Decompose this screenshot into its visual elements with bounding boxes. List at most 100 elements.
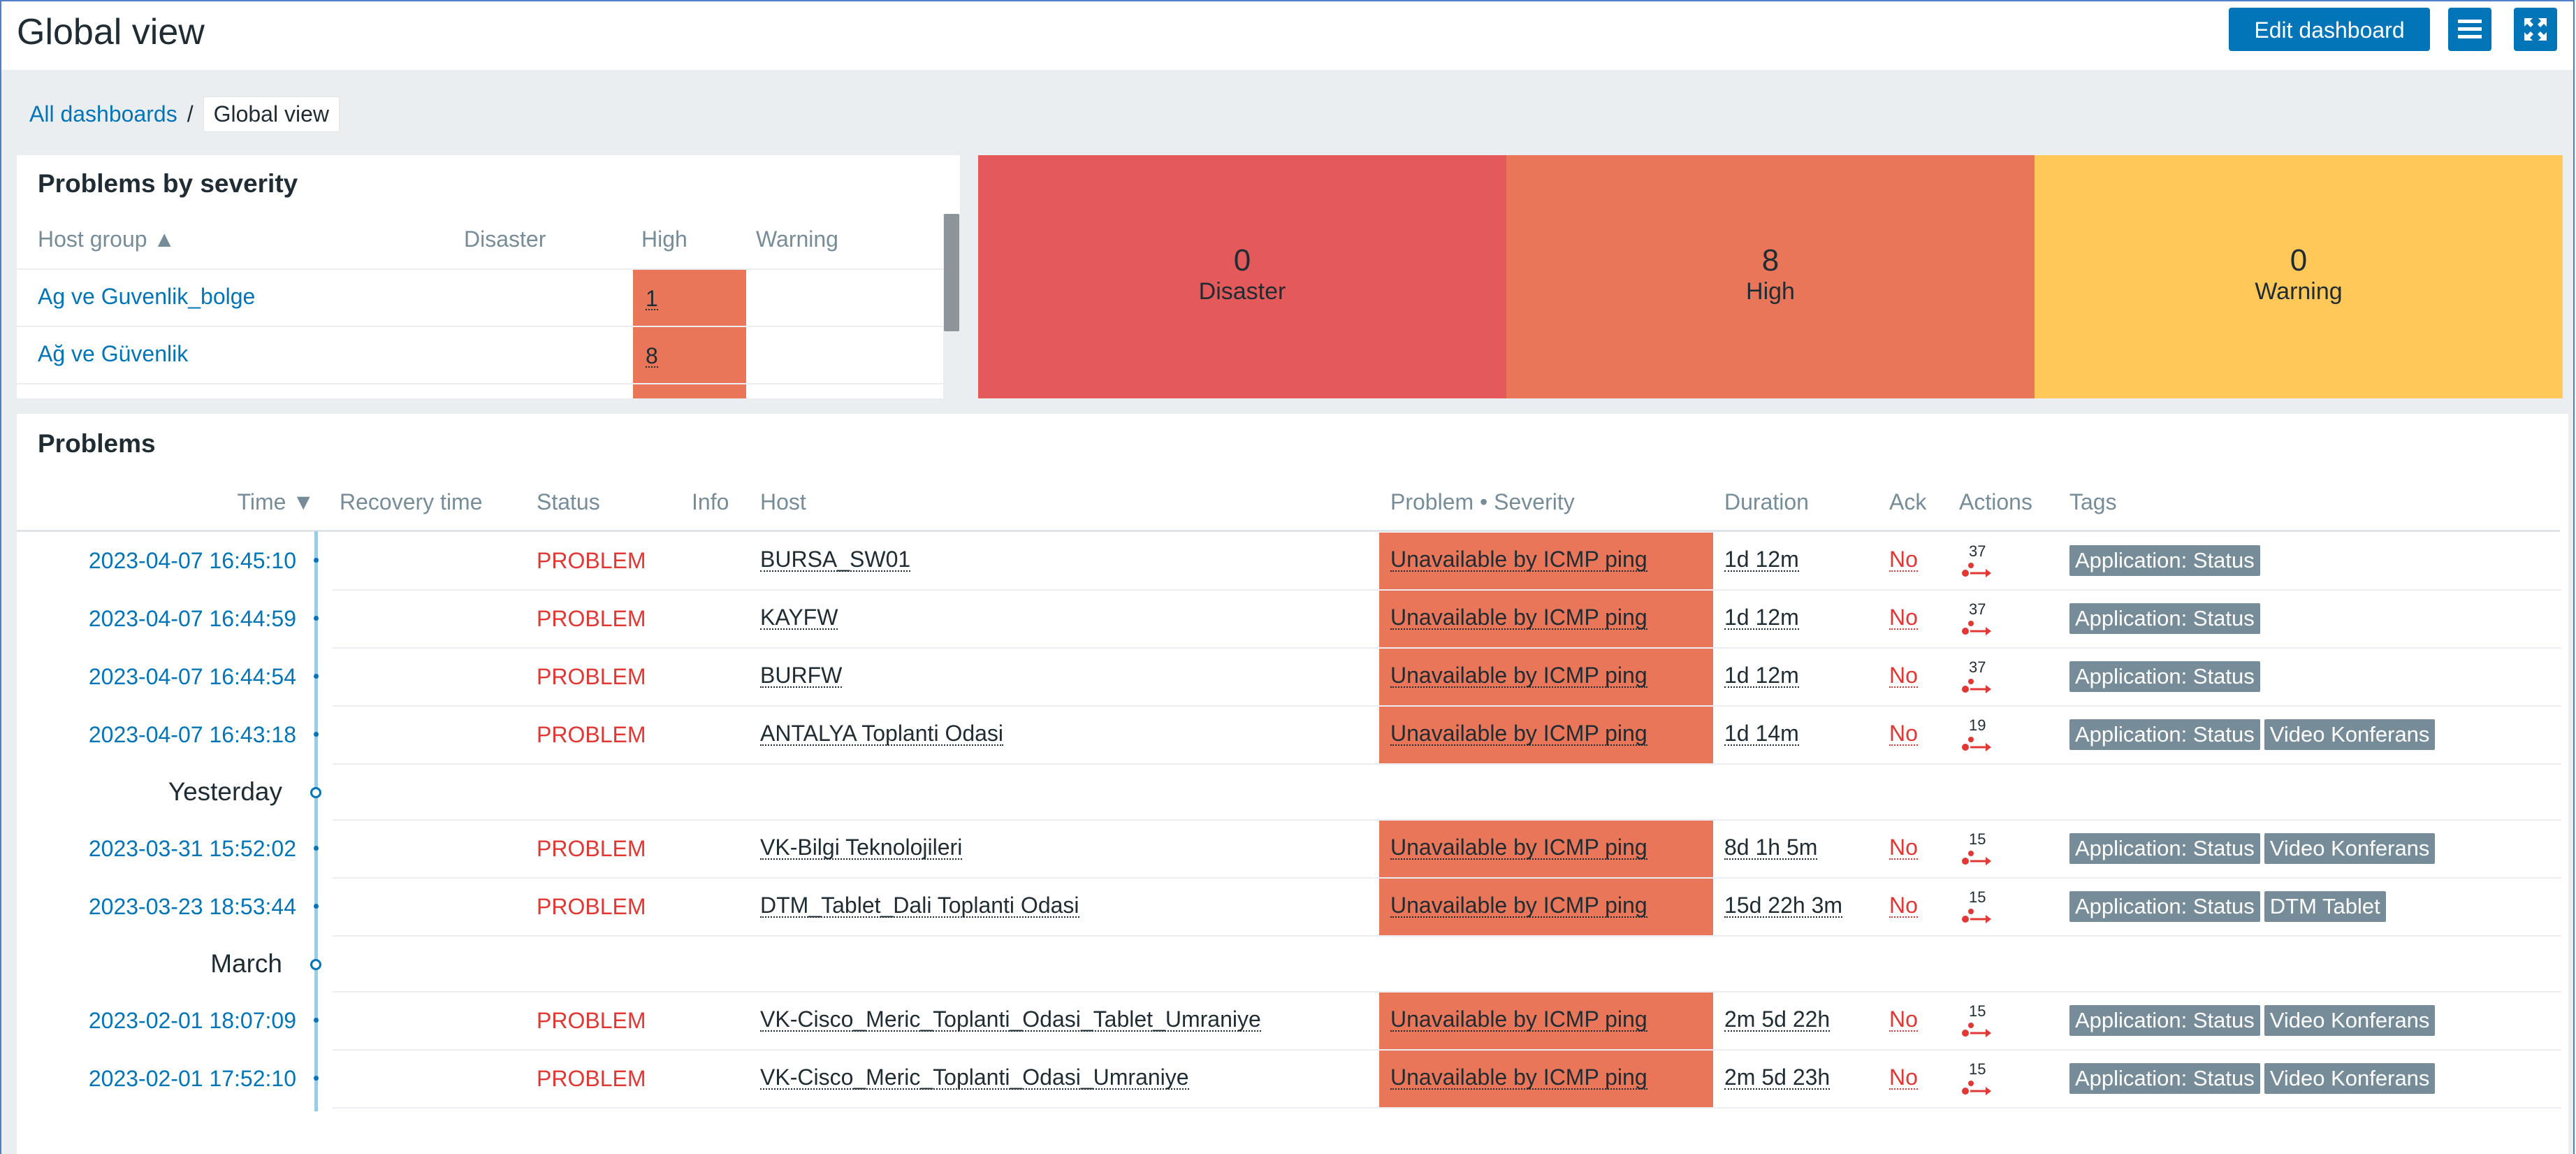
- severity-label: Disaster: [1198, 278, 1286, 305]
- problem-host-link[interactable]: BURFW: [760, 664, 843, 688]
- breadcrumb-current[interactable]: Global view: [203, 96, 340, 132]
- column-ack: Ack: [1889, 489, 1927, 514]
- problem-name-link[interactable]: Unavailable by ICMP ping: [1390, 606, 1647, 630]
- problem-time-link[interactable]: 2023-03-31 15:52:02: [89, 836, 296, 862]
- timeline-dot: [314, 558, 319, 563]
- ack-link[interactable]: No: [1889, 722, 1918, 746]
- actions-icon[interactable]: 15: [1959, 1060, 2001, 1099]
- dashboard-header: Global view Edit dashboard: [0, 0, 2576, 70]
- actions-icon[interactable]: 37: [1959, 542, 2001, 582]
- problem-host-link[interactable]: KAYFW: [760, 606, 838, 630]
- high-count[interactable]: 1: [646, 287, 658, 310]
- column-host-group[interactable]: Host group ▲: [38, 226, 175, 252]
- breadcrumb: All dashboards / Global view: [29, 95, 340, 133]
- table-row: 2023-04-07 16:44:59 PROBLEM KAYFW Unavailab…: [17, 591, 2568, 649]
- tag-badge: Video Konferans: [2264, 833, 2436, 864]
- ack-link[interactable]: No: [1889, 836, 1918, 860]
- problem-duration[interactable]: 1d 12m: [1724, 606, 1799, 630]
- severity-count: 0: [2290, 243, 2308, 277]
- problem-severity-cell: Unavailable by ICMP ping: [1379, 649, 1713, 707]
- problem-status: PROBLEM: [537, 664, 646, 689]
- column-time[interactable]: Time ▼: [238, 489, 314, 515]
- ack-link[interactable]: No: [1889, 894, 1918, 918]
- problem-duration[interactable]: 2m 5d 23h: [1724, 1066, 1831, 1090]
- problem-severity-cell: Unavailable by ICMP ping: [1379, 533, 1713, 591]
- problem-time-link[interactable]: 2023-02-01 18:07:09: [89, 1008, 296, 1034]
- tag-badge: DTM Tablet: [2264, 891, 2386, 922]
- breadcrumb-all-dashboards[interactable]: All dashboards: [29, 101, 177, 127]
- host-group-link[interactable]: Ag ve Guvenlik_bolge: [38, 284, 255, 310]
- problem-name-link[interactable]: Unavailable by ICMP ping: [1390, 836, 1647, 860]
- problem-time-link[interactable]: 2023-04-07 16:43:18: [89, 722, 296, 748]
- problem-duration[interactable]: 1d 14m: [1724, 722, 1799, 746]
- divider: [17, 383, 946, 384]
- widget-title: Problems: [38, 429, 156, 458]
- problem-name-link[interactable]: Unavailable by ICMP ping: [1390, 894, 1647, 918]
- problem-severity-cell: Unavailable by ICMP ping: [1379, 591, 1713, 649]
- table-row: 2023-02-01 17:52:10 PROBLEM VK-Cisco_Meric…: [17, 1051, 2568, 1109]
- problem-time-link[interactable]: 2023-04-07 16:44:54: [89, 664, 296, 690]
- problem-severity-cell: Unavailable by ICMP ping: [1379, 993, 1713, 1051]
- problem-tags: Application: Status Video Konferans: [2069, 833, 2436, 864]
- problem-host-link[interactable]: BURSA_SW01: [760, 548, 911, 572]
- problem-host-link[interactable]: ANTALYA Toplanti Odasi: [760, 722, 1004, 746]
- problem-host-link[interactable]: DTM_Tablet_Dali Toplanti Odasi: [760, 894, 1079, 918]
- ack-link[interactable]: No: [1889, 1066, 1918, 1090]
- problem-status: PROBLEM: [537, 1066, 646, 1091]
- scrollbar-thumb[interactable]: [944, 214, 959, 331]
- tag-badge: Application: Status: [2069, 1005, 2260, 1036]
- table-row: 2023-04-07 16:44:54 PROBLEM BURFW Unavailab…: [17, 649, 2568, 707]
- problem-tags: Application: Status Video Konferans: [2069, 1005, 2436, 1036]
- actions-icon[interactable]: 37: [1959, 600, 2001, 640]
- tag-badge: Video Konferans: [2264, 1063, 2436, 1094]
- tag-badge: Application: Status: [2069, 833, 2260, 864]
- column-actions: Actions: [1959, 489, 2032, 514]
- problem-duration[interactable]: 2m 5d 22h: [1724, 1008, 1831, 1032]
- tag-badge: Video Konferans: [2264, 1005, 2436, 1036]
- problem-name-link[interactable]: Unavailable by ICMP ping: [1390, 664, 1647, 688]
- tag-badge: Application: Status: [2069, 545, 2260, 576]
- column-info: Info: [692, 489, 729, 514]
- fullscreen-icon[interactable]: [2514, 8, 2557, 51]
- actions-icon[interactable]: 15: [1959, 1002, 2001, 1041]
- high-count[interactable]: 8: [646, 345, 658, 368]
- page-title: Global view: [17, 12, 205, 52]
- ack-link[interactable]: No: [1889, 1008, 1918, 1032]
- problem-host-link[interactable]: VK-Cisco_Meric_Toplanti_Odasi_Tablet_Umr…: [760, 1008, 1261, 1032]
- problem-duration[interactable]: 1d 12m: [1724, 664, 1799, 688]
- ack-link[interactable]: No: [1889, 548, 1918, 572]
- problem-status: PROBLEM: [537, 894, 646, 919]
- severity-count: 0: [1233, 243, 1251, 277]
- actions-icon[interactable]: 15: [1959, 830, 2001, 870]
- problem-duration[interactable]: 8d 1h 5m: [1724, 836, 1818, 860]
- edit-dashboard-button[interactable]: Edit dashboard: [2229, 8, 2430, 51]
- problem-name-link[interactable]: Unavailable by ICMP ping: [1390, 1008, 1647, 1032]
- problem-host-link[interactable]: VK-Bilgi Teknolojileri: [760, 836, 963, 860]
- problem-name-link[interactable]: Unavailable by ICMP ping: [1390, 722, 1647, 746]
- problem-duration[interactable]: 15d 22h 3m: [1724, 894, 1843, 918]
- tag-badge: Application: Status: [2069, 719, 2260, 750]
- actions-icon[interactable]: 15: [1959, 888, 2001, 928]
- host-group-link[interactable]: Ağ ve Güvenlik: [38, 341, 188, 367]
- severity-tile-warning: 0 Warning: [2035, 155, 2563, 398]
- problem-time-link[interactable]: 2023-04-07 16:45:10: [89, 548, 296, 574]
- severity-tile-high: 8 High: [1506, 155, 2035, 398]
- hamburger-menu-icon[interactable]: [2448, 8, 2491, 51]
- problem-name-link[interactable]: Unavailable by ICMP ping: [1390, 1066, 1647, 1090]
- divider: [333, 1107, 2561, 1109]
- problem-time-link[interactable]: 2023-03-23 18:53:44: [89, 894, 296, 920]
- column-status: Status: [537, 489, 600, 514]
- actions-icon[interactable]: 19: [1959, 716, 2001, 756]
- actions-icon[interactable]: 37: [1959, 658, 2001, 698]
- ack-link[interactable]: No: [1889, 664, 1918, 688]
- ack-link[interactable]: No: [1889, 606, 1918, 630]
- breadcrumb-separator: /: [187, 101, 194, 127]
- problem-duration[interactable]: 1d 12m: [1724, 548, 1799, 572]
- problem-time-link[interactable]: 2023-02-01 17:52:10: [89, 1066, 296, 1092]
- timeline-dot: [314, 674, 319, 679]
- column-high: High: [641, 226, 687, 252]
- problem-status: PROBLEM: [537, 548, 646, 573]
- problem-time-link[interactable]: 2023-04-07 16:44:59: [89, 606, 296, 632]
- problem-host-link[interactable]: VK-Cisco_Meric_Toplanti_Odasi_Umraniye: [760, 1066, 1189, 1090]
- problem-name-link[interactable]: Unavailable by ICMP ping: [1390, 548, 1647, 572]
